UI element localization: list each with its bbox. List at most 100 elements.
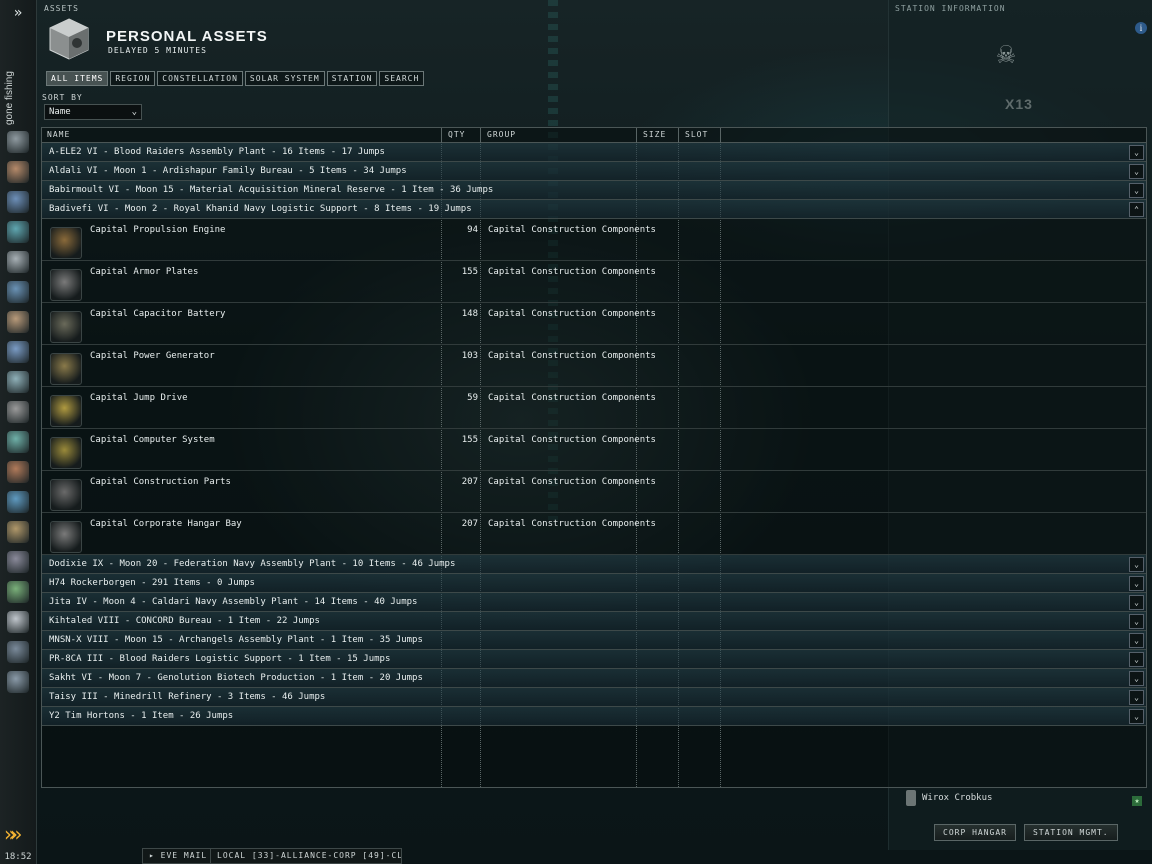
location-group[interactable]: H74 Rockerborgen - 291 Items - 0 Jumps ⌄ xyxy=(42,574,1146,593)
item-group: Capital Construction Components xyxy=(488,393,656,403)
column-divider[interactable] xyxy=(636,128,637,142)
science-icon[interactable] xyxy=(3,428,33,456)
expand-icon[interactable]: ⌄ xyxy=(1129,576,1144,591)
corp-hangar-button[interactable]: CORP HANGAR xyxy=(934,824,1016,841)
location-group[interactable]: Babirmoult VI - Moon 15 - Material Acqui… xyxy=(42,181,1146,200)
item-name: Capital Construction Parts xyxy=(90,477,231,487)
location-group[interactable]: Kihtaled VIII - CONCORD Bureau - 1 Item … xyxy=(42,612,1146,631)
expand-icon[interactable]: ⌄ xyxy=(1129,709,1144,724)
corporation-icon-glyph xyxy=(7,461,29,483)
ship-icon-glyph xyxy=(7,281,29,303)
local-chat-button[interactable]: LOCAL [33]-ALLIANCE-CORP [49]-CL... xyxy=(210,848,402,864)
fleet-icon[interactable] xyxy=(3,638,33,666)
tab-constellation[interactable]: CONSTELLATION xyxy=(157,71,243,86)
item-row[interactable]: Capital Propulsion Engine 94 Capital Const… xyxy=(42,219,1146,261)
market-icon[interactable] xyxy=(3,248,33,276)
portrait-icon[interactable] xyxy=(3,608,33,636)
item-row[interactable]: Capital Power Generator 103 Capital Constr… xyxy=(42,345,1146,387)
sort-by-select[interactable]: Name ⌄ xyxy=(44,104,142,120)
item-qty: 155 xyxy=(461,267,478,277)
market-icon-glyph xyxy=(7,251,29,273)
column-divider[interactable] xyxy=(678,128,679,142)
item-name: Capital Computer System xyxy=(90,435,215,445)
eve-mail-button[interactable]: ▸ EVE MAIL xyxy=(142,848,215,864)
tab-solar-system[interactable]: SOLAR SYSTEM xyxy=(244,71,325,86)
column-divider[interactable] xyxy=(480,128,481,142)
expand-icon[interactable]: ⌄ xyxy=(1129,671,1144,686)
tab-region[interactable]: REGION xyxy=(110,71,156,86)
browser-icon[interactable] xyxy=(3,488,33,516)
item-icon xyxy=(50,227,82,259)
expand-icon[interactable]: ⌄ xyxy=(1129,614,1144,629)
expand-icon[interactable]: ⌄ xyxy=(1129,557,1144,572)
location-group[interactable]: MNSN-X VIII - Moon 15 - Archangels Assem… xyxy=(42,631,1146,650)
location-group[interactable]: Taisy III - Minedrill Refinery - 3 Items… xyxy=(42,688,1146,707)
item-icon xyxy=(50,395,82,427)
expand-icon[interactable]: ⌄ xyxy=(1129,145,1144,160)
column-qty[interactable]: QTY xyxy=(448,130,465,139)
expand-sidebar-icon[interactable]: » xyxy=(0,0,36,26)
journal-icon[interactable] xyxy=(3,308,33,336)
expand-icon[interactable]: ⌄ xyxy=(1129,652,1144,667)
location-group[interactable]: Aldali VI - Moon 1 - Ardishapur Family B… xyxy=(42,162,1146,181)
column-name[interactable]: NAME xyxy=(47,130,70,139)
tab-all-items[interactable]: ALL ITEMS xyxy=(46,71,109,86)
station-icon[interactable] xyxy=(3,668,33,696)
location-group[interactable]: Sakht VI - Moon 7 - Genolution Biotech P… xyxy=(42,669,1146,688)
expand-icon[interactable]: ⌄ xyxy=(1129,164,1144,179)
mail-icon[interactable] xyxy=(3,188,33,216)
neocom-icon[interactable] xyxy=(3,158,33,186)
column-group[interactable]: GROUP xyxy=(487,130,516,139)
star-icon: ★ xyxy=(1132,796,1142,806)
item-row[interactable]: Capital Construction Parts 207 Capital Con… xyxy=(42,471,1146,513)
help-icon-glyph xyxy=(7,581,29,603)
expand-icon[interactable]: ⌄ xyxy=(1129,690,1144,705)
help-icon[interactable] xyxy=(3,578,33,606)
item-row[interactable]: Capital Corporate Hangar Bay 207 Capital C… xyxy=(42,513,1146,555)
notepad-icon[interactable] xyxy=(3,518,33,546)
pilot-entry[interactable]: Wirox Crobkus ★ xyxy=(906,790,1142,806)
location-group[interactable]: Y2 Tim Hortons - 1 Item - 26 Jumps ⌄ xyxy=(42,707,1146,726)
column-divider[interactable] xyxy=(441,128,442,142)
music-icon-glyph xyxy=(7,551,29,573)
ship-icon[interactable] xyxy=(3,278,33,306)
character-icon[interactable] xyxy=(3,128,33,156)
location-group[interactable]: Jita IV - Moon 4 - Caldari Navy Assembly… xyxy=(42,593,1146,612)
expand-icon[interactable]: ⌄ xyxy=(1129,595,1144,610)
column-divider[interactable] xyxy=(720,128,721,142)
collapse-icon[interactable]: ⌃ xyxy=(1129,202,1144,217)
item-group: Capital Construction Components xyxy=(488,225,656,235)
corporation-icon[interactable] xyxy=(3,458,33,486)
people-icon-glyph xyxy=(7,221,29,243)
expand-icon[interactable]: ⌄ xyxy=(1129,633,1144,648)
item-row[interactable]: Capital Armor Plates 155 Capital Construct… xyxy=(42,261,1146,303)
item-icon xyxy=(50,311,82,343)
location-group[interactable]: Dodixie IX - Moon 20 - Federation Navy A… xyxy=(42,555,1146,574)
location-group[interactable]: A-ELE2 VI - Blood Raiders Assembly Plant… xyxy=(42,143,1146,162)
skills-icon[interactable] xyxy=(3,368,33,396)
filter-tabs: ALL ITEMS REGION CONSTELLATION SOLAR SYSTEM… xyxy=(46,71,425,86)
people-icon[interactable] xyxy=(3,218,33,246)
neocom-sidebar: » gone fishing »» 18:52 xyxy=(0,0,37,864)
location-group[interactable]: PR-8CA III - Blood Raiders Logistic Supp… xyxy=(42,650,1146,669)
window-title: ASSETS xyxy=(44,4,79,13)
music-icon[interactable] xyxy=(3,548,33,576)
item-row[interactable]: Capital Capacitor Battery 148 Capital Cons… xyxy=(42,303,1146,345)
expand-icon[interactable]: ⌄ xyxy=(1129,183,1144,198)
location-group[interactable]: Badivefi VI - Moon 2 - Royal Khanid Navy… xyxy=(42,200,1146,219)
table-header: NAME QTY GROUP SIZE SLOT xyxy=(42,128,1146,143)
tab-station[interactable]: STATION xyxy=(326,71,378,86)
item-row[interactable]: Capital Jump Drive 59 Capital Construction… xyxy=(42,387,1146,429)
tab-search[interactable]: SEARCH xyxy=(379,71,425,86)
column-slot[interactable]: SLOT xyxy=(685,130,708,139)
map-icon[interactable] xyxy=(3,338,33,366)
item-icon xyxy=(50,269,82,301)
column-size[interactable]: SIZE xyxy=(643,130,666,139)
item-group: Capital Construction Components xyxy=(488,351,656,361)
chevron-right-icon[interactable]: »» xyxy=(4,822,22,846)
item-row[interactable]: Capital Computer System 155 Capital Constr… xyxy=(42,429,1146,471)
assets-icon[interactable] xyxy=(3,398,33,426)
location-label: Y2 Tim Hortons - 1 Item - 26 Jumps xyxy=(49,711,234,721)
location-label: H74 Rockerborgen - 291 Items - 0 Jumps xyxy=(49,578,255,588)
station-management-button[interactable]: STATION MGMT. xyxy=(1023,824,1118,841)
